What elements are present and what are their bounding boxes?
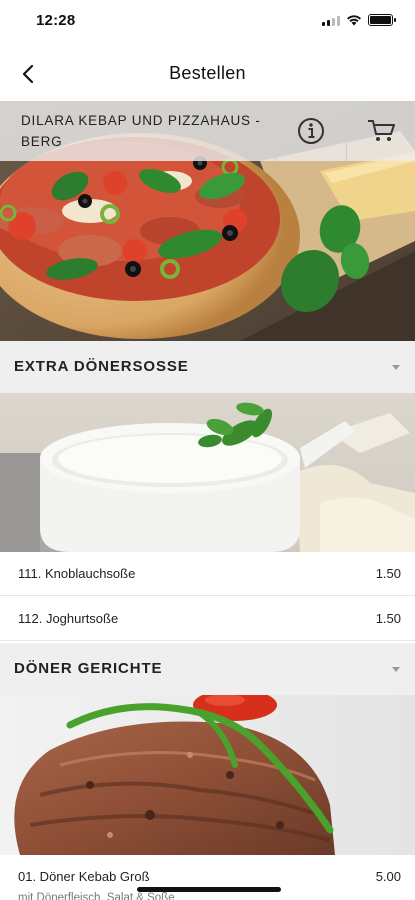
doener-section-image	[0, 695, 415, 855]
status-icons	[322, 14, 396, 26]
info-button[interactable]	[276, 101, 345, 161]
signal-icon	[322, 15, 340, 26]
item-name: 112. Joghurtsoße	[18, 611, 119, 626]
chevron-down-icon	[392, 667, 400, 672]
battery-icon	[368, 14, 396, 26]
wifi-icon	[347, 15, 361, 26]
sauce-section-image	[0, 393, 415, 552]
restaurant-bar: DILARA KEBAP UND PIZZAHAUS - BERG	[0, 101, 415, 161]
cart-icon	[368, 120, 395, 141]
restaurant-name: DILARA KEBAP UND PIZZAHAUS - BERG	[21, 113, 261, 149]
item-price: 1.50	[375, 566, 401, 581]
status-bar: 12:28	[0, 0, 415, 46]
section-title: EXTRA DÖNERSOSSE	[14, 358, 189, 375]
item-price: 5.00	[375, 869, 401, 884]
home-indicator[interactable]	[137, 887, 281, 892]
sauce-image	[0, 393, 415, 552]
menu-item-knoblauchsosse[interactable]: 111. Knoblauchsoße 1.50	[0, 552, 415, 596]
page-title: Bestellen	[169, 63, 246, 83]
item-price: 1.50	[375, 611, 401, 626]
status-time: 12:28	[36, 12, 76, 29]
section-title: DÖNER GERICHTE	[14, 660, 163, 677]
navigation-bar: Bestellen	[0, 46, 415, 101]
doener-image	[0, 695, 415, 855]
item-name: 01. Döner Kebab Groß	[18, 869, 150, 884]
section-header-extra-doenersosse[interactable]: EXTRA DÖNERSOSSE	[0, 341, 415, 393]
section-header-doener-gerichte[interactable]: DÖNER GERICHTE	[0, 643, 415, 695]
item-name: 111. Knoblauchsoße	[18, 566, 136, 581]
restaurant-hero: DILARA KEBAP UND PIZZAHAUS - BERG	[0, 101, 415, 341]
cart-button[interactable]	[346, 101, 415, 161]
info-icon	[298, 118, 324, 144]
item-description: mit Dönerfleisch, Salat & Soße	[18, 892, 175, 900]
chevron-down-icon	[392, 365, 400, 370]
menu-item-doener-kebab-gross[interactable]: 01. Döner Kebab Groß 5.00 mit Dönerfleis…	[0, 855, 415, 900]
menu-item-joghurtsosse[interactable]: 112. Joghurtsoße 1.50	[0, 597, 415, 641]
